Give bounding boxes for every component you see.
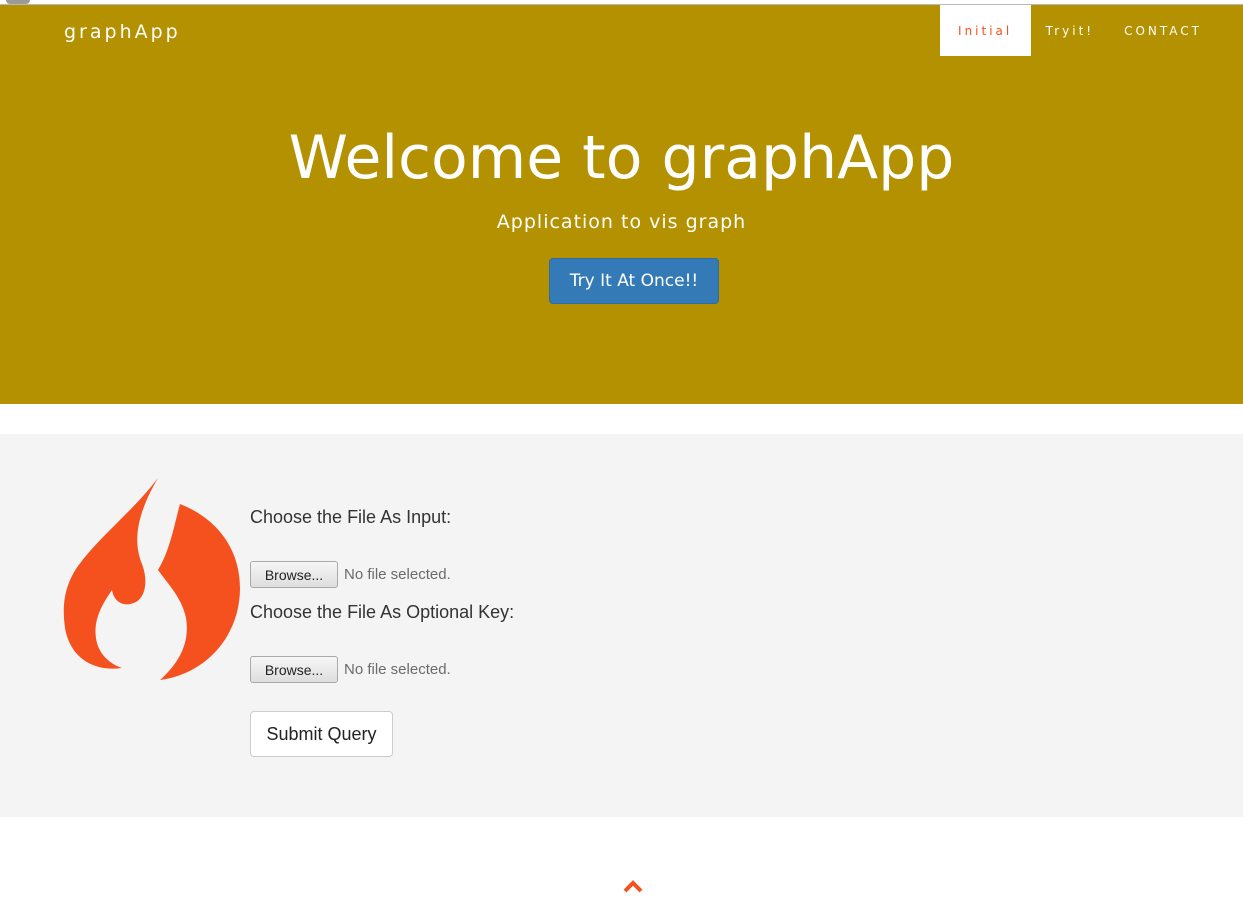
chevron-up-icon[interactable] xyxy=(622,878,644,894)
key-file-field: Browse... No file selected. xyxy=(250,656,451,683)
input-browse-button[interactable]: Browse... xyxy=(250,561,338,588)
upload-section: Choose the File As Input: Browse... No f… xyxy=(0,434,1243,817)
brand-logo-text[interactable]: graphApp xyxy=(64,21,181,43)
page-subtitle: Application to vis graph xyxy=(496,211,747,233)
input-file-field: Browse... No file selected. xyxy=(250,561,451,588)
key-file-label: Choose the File As Optional Key: xyxy=(250,602,515,622)
input-file-label: Choose the File As Input: xyxy=(250,507,452,527)
submit-query-button[interactable]: Submit Query xyxy=(250,711,393,757)
browser-corner xyxy=(6,0,30,4)
input-file-status: No file selected. xyxy=(344,566,451,583)
nav-item-contact[interactable]: CONTACT xyxy=(1109,5,1217,56)
key-file-status: No file selected. xyxy=(344,661,451,678)
nav-item-tryit[interactable]: Tryit! xyxy=(1031,5,1109,56)
page-title: Welcome to graphApp xyxy=(288,123,955,193)
top-nav: Initial Tryit! CONTACT xyxy=(939,5,1217,56)
key-browse-button[interactable]: Browse... xyxy=(250,656,338,683)
try-it-button[interactable]: Try It At Once!! xyxy=(549,258,719,304)
hero-banner: graphApp Initial Tryit! CONTACT Welcome … xyxy=(0,5,1243,404)
nav-item-initial[interactable]: Initial xyxy=(939,5,1031,56)
flame-icon xyxy=(63,478,240,680)
